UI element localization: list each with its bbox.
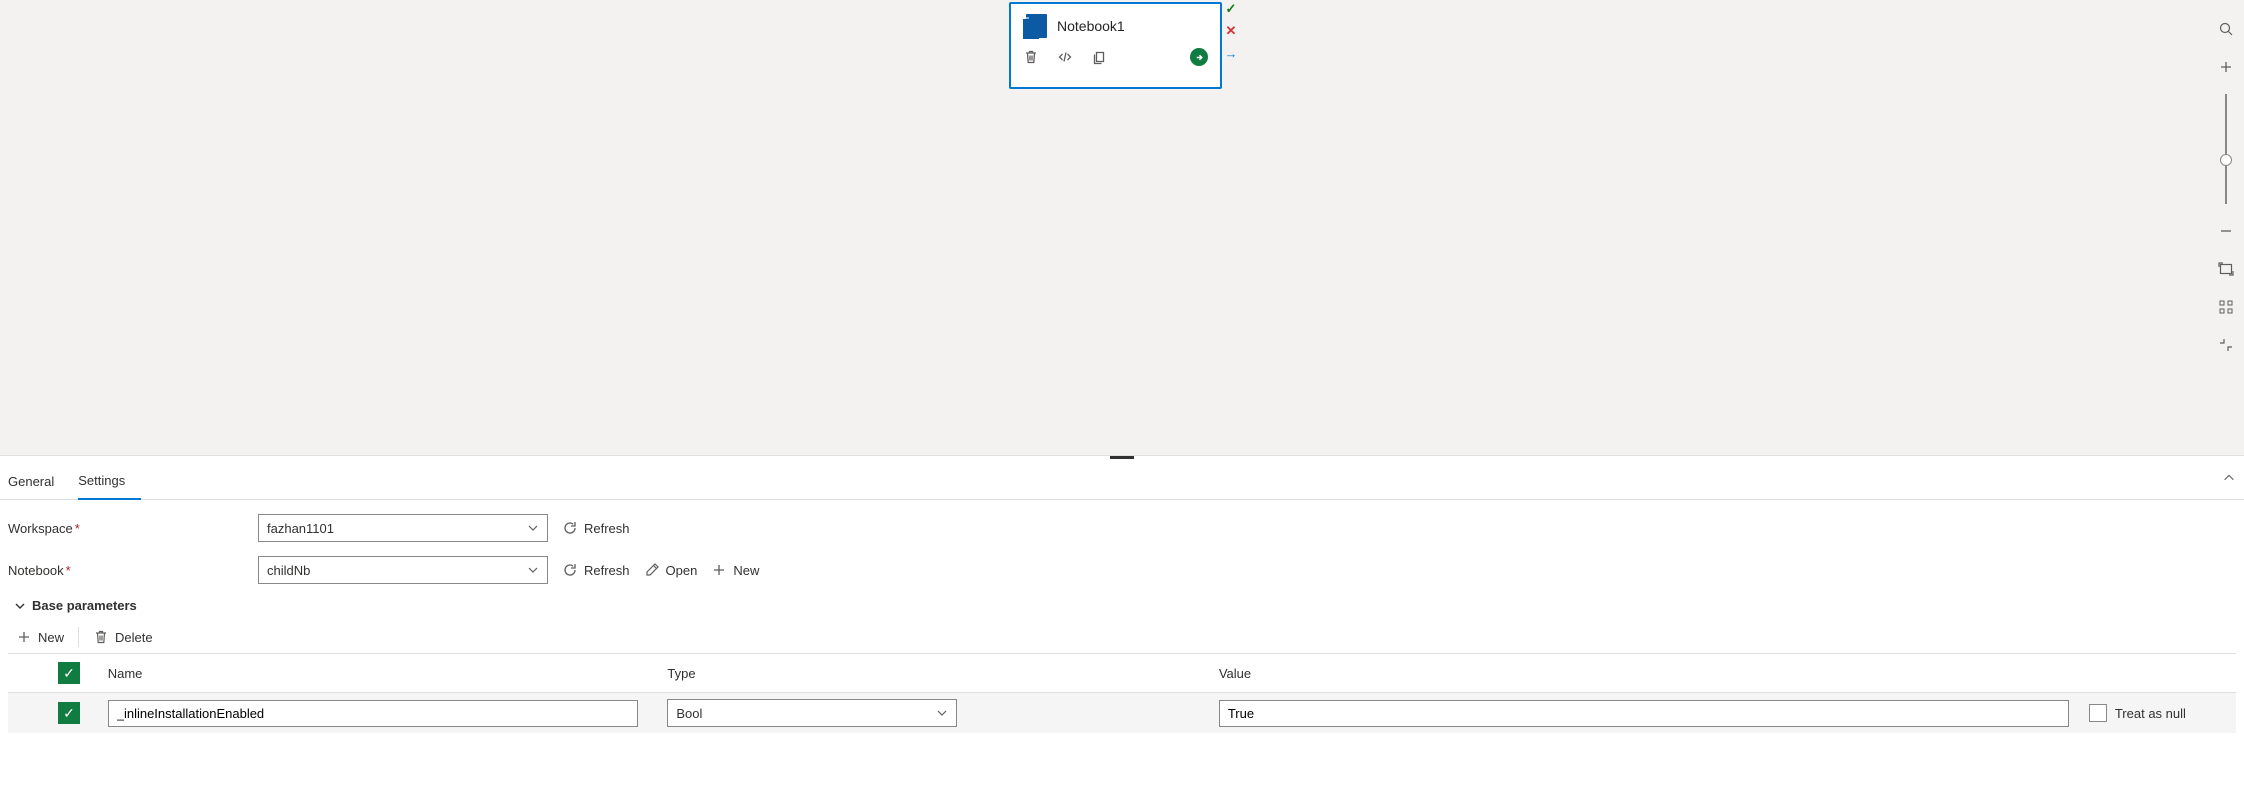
zoom-in-icon[interactable]: [2208, 50, 2244, 84]
param-type-dropdown[interactable]: Bool: [667, 699, 957, 727]
param-name-input[interactable]: [108, 700, 638, 727]
delete-param-button[interactable]: Delete: [93, 629, 153, 645]
refresh-workspace-button[interactable]: Refresh: [562, 520, 630, 536]
refresh-notebook-button[interactable]: Refresh: [562, 562, 630, 578]
canvas-tools: [2208, 12, 2244, 362]
tab-general[interactable]: General: [8, 464, 70, 499]
splitter-grip[interactable]: [1110, 456, 1134, 459]
notebook-icon: [1023, 14, 1047, 38]
properties-panel: General Settings Workspace* fazhan1101 R…: [0, 463, 2244, 805]
notebook-label: Notebook*: [8, 563, 244, 578]
treat-as-null-label: Treat as null: [2115, 706, 2186, 721]
row-checkbox[interactable]: ✓: [58, 702, 80, 724]
fit-to-screen-icon[interactable]: [2208, 252, 2244, 286]
zoom-slider[interactable]: [2225, 94, 2227, 204]
select-all-checkbox[interactable]: ✓: [58, 662, 80, 684]
base-parameters-section[interactable]: Base parameters: [14, 598, 2236, 613]
copy-icon[interactable]: [1091, 49, 1107, 65]
search-icon[interactable]: [2208, 12, 2244, 46]
table-row: ✓ Bool Treat as null: [8, 693, 2236, 734]
success-handle-icon[interactable]: ✓: [1224, 2, 1238, 16]
col-value-header: Value: [1209, 654, 2079, 693]
open-notebook-button[interactable]: Open: [644, 562, 698, 578]
panel-splitter[interactable]: [0, 455, 2244, 463]
workspace-dropdown[interactable]: fazhan1101: [258, 514, 548, 542]
treat-as-null-checkbox[interactable]: [2089, 704, 2107, 722]
workspace-label: Workspace*: [8, 521, 244, 536]
parameters-table: ✓ Name Type Value ✓ Bool: [8, 653, 2236, 733]
auto-align-icon[interactable]: [2208, 290, 2244, 324]
col-type-header: Type: [657, 654, 1208, 693]
failure-handle-icon[interactable]: ✕: [1224, 24, 1238, 38]
param-value-input[interactable]: [1219, 700, 2069, 727]
notebook-dropdown[interactable]: childNb: [258, 556, 548, 584]
tab-settings[interactable]: Settings: [78, 463, 141, 500]
new-notebook-button[interactable]: New: [711, 562, 759, 578]
node-title: Notebook1: [1057, 18, 1125, 34]
node-status-handles: ✓ ✕ →: [1224, 0, 1240, 60]
collapse-panel-icon[interactable]: [2222, 471, 2236, 488]
zoom-out-icon[interactable]: [2208, 214, 2244, 248]
new-param-button[interactable]: New: [16, 629, 64, 645]
delete-icon[interactable]: [1023, 49, 1039, 65]
zoom-thumb[interactable]: [2220, 154, 2232, 166]
completion-handle-icon[interactable]: →: [1224, 46, 1238, 60]
run-arrow-icon[interactable]: [1190, 48, 1208, 66]
fullscreen-collapse-icon[interactable]: [2208, 328, 2244, 362]
pipeline-canvas[interactable]: Notebook1 ✓ ✕ →: [0, 0, 2244, 458]
notebook-activity-node[interactable]: Notebook1: [1009, 2, 1222, 89]
col-name-header: Name: [98, 654, 658, 693]
code-icon[interactable]: [1057, 49, 1073, 65]
